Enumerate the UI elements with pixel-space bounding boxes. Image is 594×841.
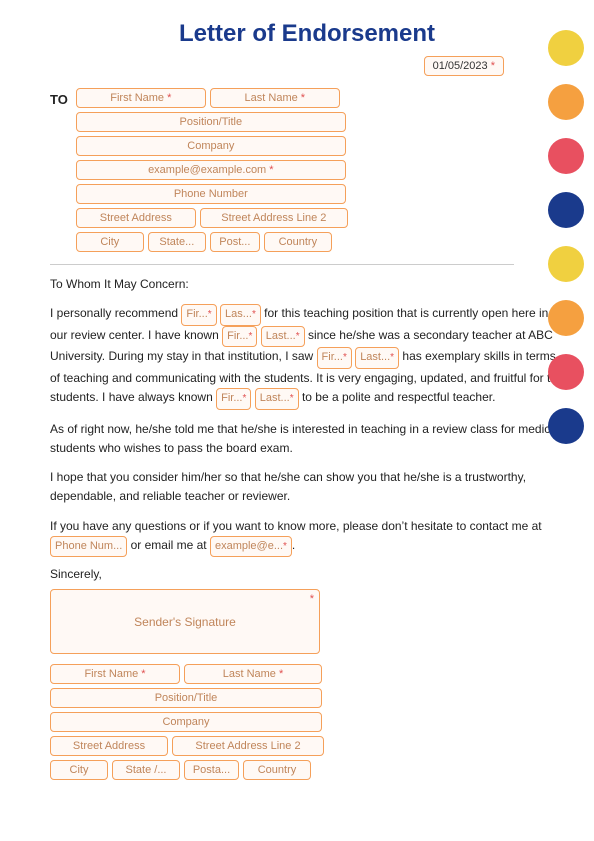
to-section: TO First Name Last Name Position/Title C… <box>50 88 564 252</box>
sender-company[interactable]: Company <box>50 712 322 732</box>
recipient-state[interactable]: State... <box>148 232 206 252</box>
recipient-postal[interactable]: Post... <box>210 232 260 252</box>
sender-city[interactable]: City <box>50 760 108 780</box>
paragraph1: I personally recommend Fir... Las... for… <box>50 304 564 410</box>
name-row: First Name Last Name <box>76 88 348 108</box>
inline-saw-last[interactable]: Last... <box>355 347 399 369</box>
circle-1 <box>548 30 584 66</box>
sender-first-name[interactable]: First Name <box>50 664 180 684</box>
to-fields: First Name Last Name Position/Title Comp… <box>76 88 348 252</box>
sender-position-row: Position/Title <box>50 688 564 708</box>
sender-company-row: Company <box>50 712 564 732</box>
recipient-first-name[interactable]: First Name <box>76 88 206 108</box>
sender-city-row: City State /... Posta... Country <box>50 760 564 780</box>
page-title: Letter of Endorsement <box>50 20 564 48</box>
recipient-phone[interactable]: Phone Number <box>76 184 346 204</box>
to-label: TO <box>50 92 68 107</box>
company-row: Company <box>76 136 348 156</box>
divider <box>50 264 514 265</box>
inline-always-first[interactable]: Fir... <box>216 388 251 410</box>
sender-state[interactable]: State /... <box>112 760 180 780</box>
circle-4 <box>548 192 584 228</box>
page: Letter of Endorsement 01/05/2023 TO Firs… <box>0 0 594 841</box>
p4-pre: If you have any questions or if you want… <box>50 519 542 533</box>
inline-recommend-first[interactable]: Fir... <box>181 304 216 326</box>
date-field[interactable]: 01/05/2023 <box>424 56 504 76</box>
sender-position[interactable]: Position/Title <box>50 688 322 708</box>
street-row: Street Address Street Address Line 2 <box>76 208 348 228</box>
recipient-position[interactable]: Position/Title <box>76 112 346 132</box>
inline-always-last[interactable]: Last... <box>255 388 299 410</box>
paragraph2: As of right now, he/she told me that he/… <box>50 420 564 458</box>
circle-8 <box>548 408 584 444</box>
recipient-email[interactable]: example@example.com <box>76 160 346 180</box>
p4-end: . <box>292 538 295 552</box>
paragraph4: If you have any questions or if you want… <box>50 517 564 558</box>
city-state-row: City State... Post... Country <box>76 232 348 252</box>
circle-5 <box>548 246 584 282</box>
inline-saw-first[interactable]: Fir... <box>317 347 352 369</box>
sender-street-row: Street Address Street Address Line 2 <box>50 736 564 756</box>
email-row: example@example.com <box>76 160 348 180</box>
contact-email[interactable]: example@e... <box>210 536 292 558</box>
sender-name-row: First Name Last Name <box>50 664 564 684</box>
sender-country[interactable]: Country <box>243 760 311 780</box>
recipient-last-name[interactable]: Last Name <box>210 88 340 108</box>
p4-mid: or email me at <box>127 538 210 552</box>
sincerely-label: Sincerely, <box>50 567 564 581</box>
p1-pre1: I personally recommend <box>50 306 181 320</box>
p1-end: to be a polite and respectful teacher. <box>299 390 496 404</box>
contact-phone[interactable]: Phone Num... <box>50 536 127 558</box>
inline-known-first[interactable]: Fir... <box>222 326 257 348</box>
sender-postal[interactable]: Posta... <box>184 760 239 780</box>
inline-known-last[interactable]: Last... <box>261 326 305 348</box>
recipient-city[interactable]: City <box>76 232 144 252</box>
salutation: To Whom It May Concern: <box>50 275 564 294</box>
circle-3 <box>548 138 584 174</box>
signature-box[interactable]: Sender's Signature <box>50 589 320 654</box>
sender-street2[interactable]: Street Address Line 2 <box>172 736 324 756</box>
phone-row: Phone Number <box>76 184 348 204</box>
circle-6 <box>548 300 584 336</box>
sender-section: Sender's Signature First Name Last Name … <box>50 589 564 780</box>
recipient-country[interactable]: Country <box>264 232 332 252</box>
sender-street[interactable]: Street Address <box>50 736 168 756</box>
recipient-street[interactable]: Street Address <box>76 208 196 228</box>
inline-recommend-last[interactable]: Las... <box>220 304 261 326</box>
circle-2 <box>548 84 584 120</box>
recipient-company[interactable]: Company <box>76 136 346 156</box>
recipient-street2[interactable]: Street Address Line 2 <box>200 208 348 228</box>
signature-label: Sender's Signature <box>134 615 236 629</box>
sender-last-name[interactable]: Last Name <box>184 664 322 684</box>
paragraph3: I hope that you consider him/her so that… <box>50 468 564 506</box>
position-row: Position/Title <box>76 112 348 132</box>
circle-7 <box>548 354 584 390</box>
decorative-circles <box>548 30 584 444</box>
date-row: 01/05/2023 <box>50 56 504 76</box>
